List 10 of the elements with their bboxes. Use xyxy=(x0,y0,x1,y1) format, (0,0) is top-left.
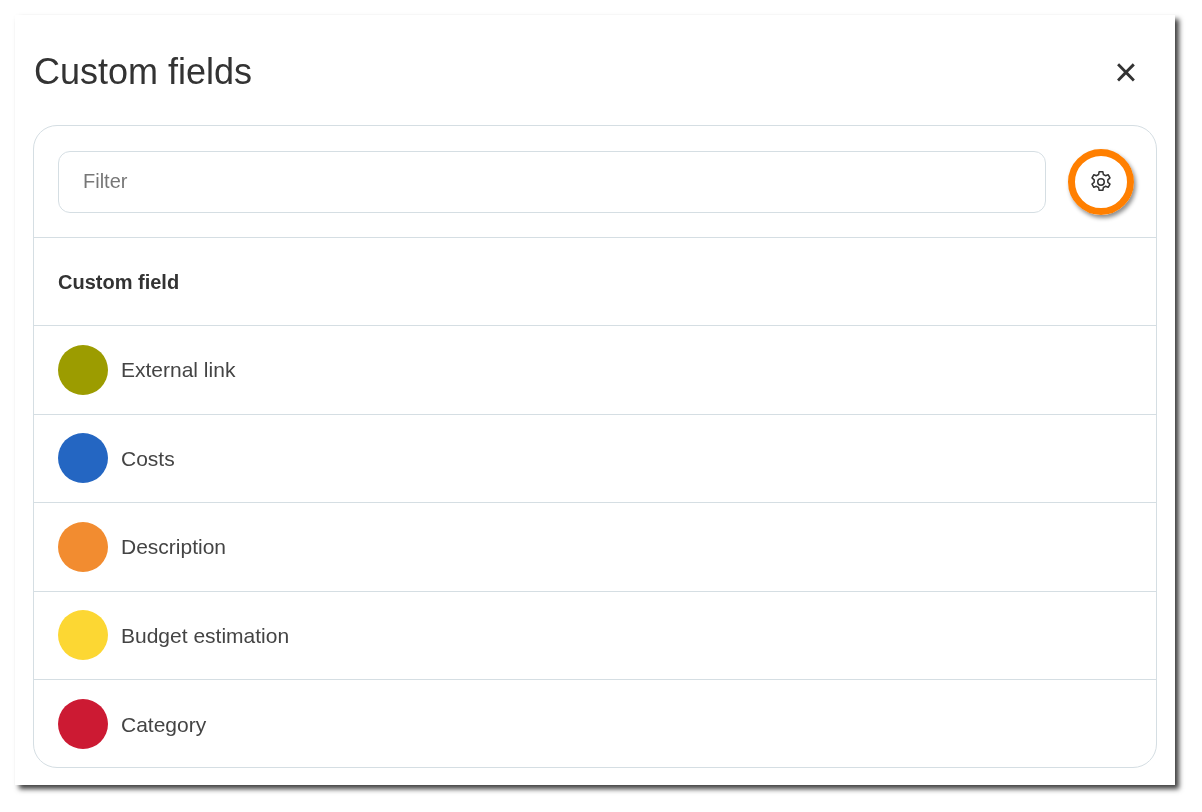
filter-field[interactable]: Filter xyxy=(58,150,1046,213)
field-name: Category xyxy=(121,711,207,738)
field-name: Budget estimation xyxy=(121,622,290,649)
column-header: Custom field xyxy=(58,269,180,295)
close-button[interactable]: × xyxy=(1110,56,1142,88)
field-name: External link xyxy=(121,357,236,383)
field-name: Description xyxy=(121,534,227,560)
settings-button[interactable] xyxy=(1068,148,1134,215)
dialog-title: Custom fields xyxy=(33,50,253,94)
field-name: Costs xyxy=(121,445,175,472)
